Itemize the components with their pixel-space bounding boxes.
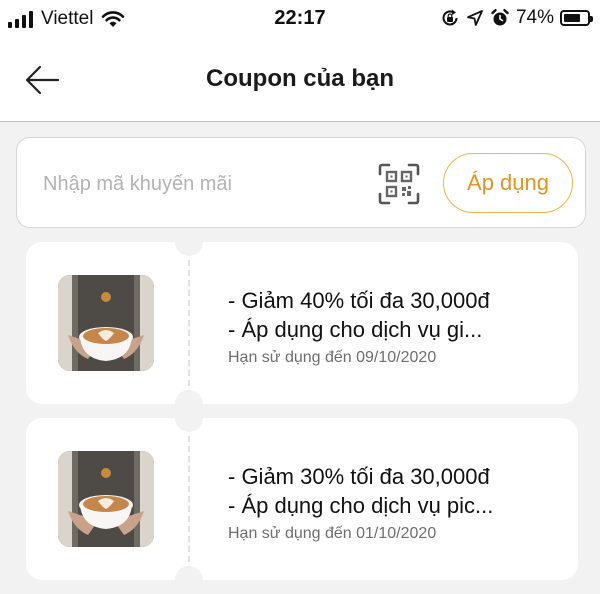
page-title: Coupon của bạn bbox=[206, 65, 394, 92]
promo-code-box: Áp dụng bbox=[16, 137, 586, 228]
coupon-discount: - Giảm 30% tối đa 30,000đ bbox=[228, 464, 490, 489]
coupon-card[interactable]: - Giảm 30% tối đa 30,000đ - Áp dụng cho … bbox=[26, 404, 578, 594]
apply-button[interactable]: Áp dụng bbox=[443, 153, 573, 213]
ticket-notch bbox=[175, 228, 203, 256]
coupon-card[interactable]: - Giảm 40% tối đa 30,000đ - Áp dụng cho … bbox=[26, 228, 578, 418]
battery-percent: 74% bbox=[515, 7, 554, 28]
location-arrow-icon bbox=[467, 10, 483, 26]
ticket-divider bbox=[188, 436, 190, 562]
qr-scan-icon bbox=[378, 163, 420, 205]
battery-level-fill bbox=[564, 14, 580, 22]
navigation-bar: Coupon của bạn bbox=[0, 40, 600, 122]
coupon-image bbox=[58, 451, 154, 547]
coupon-expiry: Hạn sử dụng đến 01/10/2020 bbox=[228, 525, 437, 542]
screen-rotation-lock-icon bbox=[442, 9, 458, 26]
coupon-condition: - Áp dụng cho dịch vụ pic... bbox=[228, 493, 494, 518]
ticket-notch bbox=[175, 566, 203, 594]
ticket-divider bbox=[188, 260, 190, 386]
status-bar: Viettel 22:17 74% bbox=[0, 0, 600, 40]
alarm-clock-icon bbox=[491, 9, 509, 26]
battery-icon bbox=[560, 10, 593, 26]
qr-scan-button[interactable] bbox=[377, 162, 421, 206]
coupon-condition: - Áp dụng cho dịch vụ gi... bbox=[228, 317, 483, 342]
coupon-details: - Giảm 30% tối đa 30,000đ - Áp dụng cho … bbox=[228, 462, 568, 543]
status-right: 74% bbox=[440, 7, 593, 29]
promo-code-input[interactable] bbox=[41, 166, 365, 202]
coupon-image bbox=[58, 275, 154, 371]
coupon-expiry: Hạn sử dụng đến 09/10/2020 bbox=[228, 349, 437, 366]
coupon-details: - Giảm 40% tối đa 30,000đ - Áp dụng cho … bbox=[228, 286, 568, 367]
ticket-notch bbox=[175, 404, 203, 432]
coupon-discount: - Giảm 40% tối đa 30,000đ bbox=[228, 288, 490, 313]
